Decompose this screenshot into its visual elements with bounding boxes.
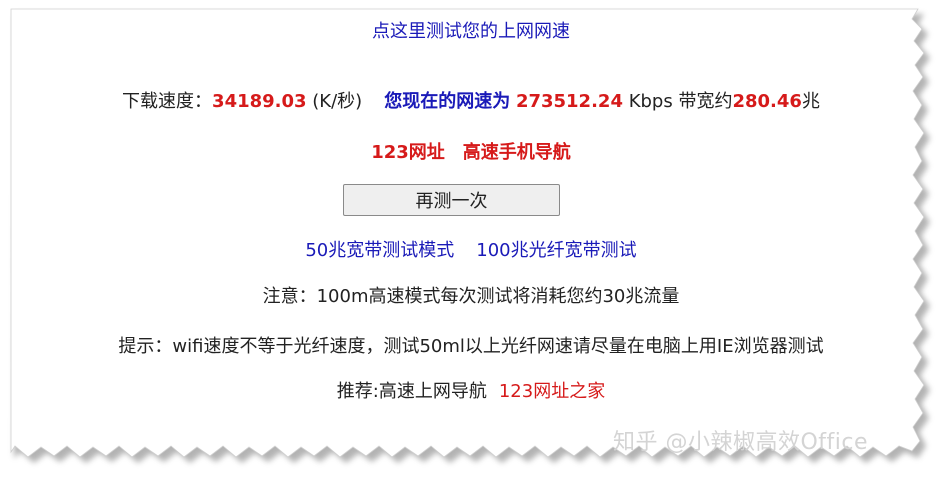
bandwidth-unit: 兆 xyxy=(801,91,820,112)
mode-100m-link[interactable]: 100兆光纤宽带测试 xyxy=(476,240,636,261)
screenshot-stage: 点这里测试您的上网网速 下载速度：34189.03 (K/秒) 您现在的网速为 2… xyxy=(0,0,942,478)
bandwidth-value: 280.46 xyxy=(732,91,802,112)
kbps-unit: Kbps 带宽约 xyxy=(622,91,733,112)
promo-nav-link[interactable]: 高速手机导航 xyxy=(463,142,571,163)
notice-text: 注意：100m高速模式每次测试将消耗您约30兆流量 xyxy=(262,286,680,307)
download-speed-label: 下载速度： xyxy=(122,91,213,112)
promo-line: 123网址 高速手机导航 xyxy=(0,141,942,165)
promo-site-link[interactable]: 123网址 xyxy=(371,142,445,163)
recommend-site-link[interactable]: 123网址之家 xyxy=(499,381,605,402)
mode-50m-link[interactable]: 50兆宽带测试模式 xyxy=(305,240,454,261)
recommend-label: 推荐:高速上网导航 xyxy=(336,381,487,402)
speed-test-panel: 点这里测试您的上网网速 下载速度：34189.03 (K/秒) 您现在的网速为 2… xyxy=(0,0,942,478)
recommend-line: 推荐:高速上网导航 123网址之家 xyxy=(0,380,942,404)
retest-button[interactable]: 再测一次 xyxy=(343,184,560,216)
download-speed-unit: (K/秒) xyxy=(306,91,363,112)
current-speed-label: 您现在的网速为 xyxy=(384,91,511,112)
tip-text: 提示：wifi速度不等于光纤速度，测试50ml以上光纤网速请尽量在电脑上用IE浏… xyxy=(118,336,824,357)
speed-result-line: 下载速度：34189.03 (K/秒) 您现在的网速为 273512.24 Kbp… xyxy=(0,90,942,114)
download-speed-value: 34189.03 xyxy=(212,91,307,112)
kbps-value: 273512.24 xyxy=(515,91,623,112)
test-mode-links: 50兆宽带测试模式 100兆光纤宽带测试 xyxy=(0,239,942,263)
test-speed-link[interactable]: 点这里测试您的上网网速 xyxy=(0,20,942,44)
zhihu-watermark: 知乎 @小辣椒高效Office xyxy=(613,430,869,455)
